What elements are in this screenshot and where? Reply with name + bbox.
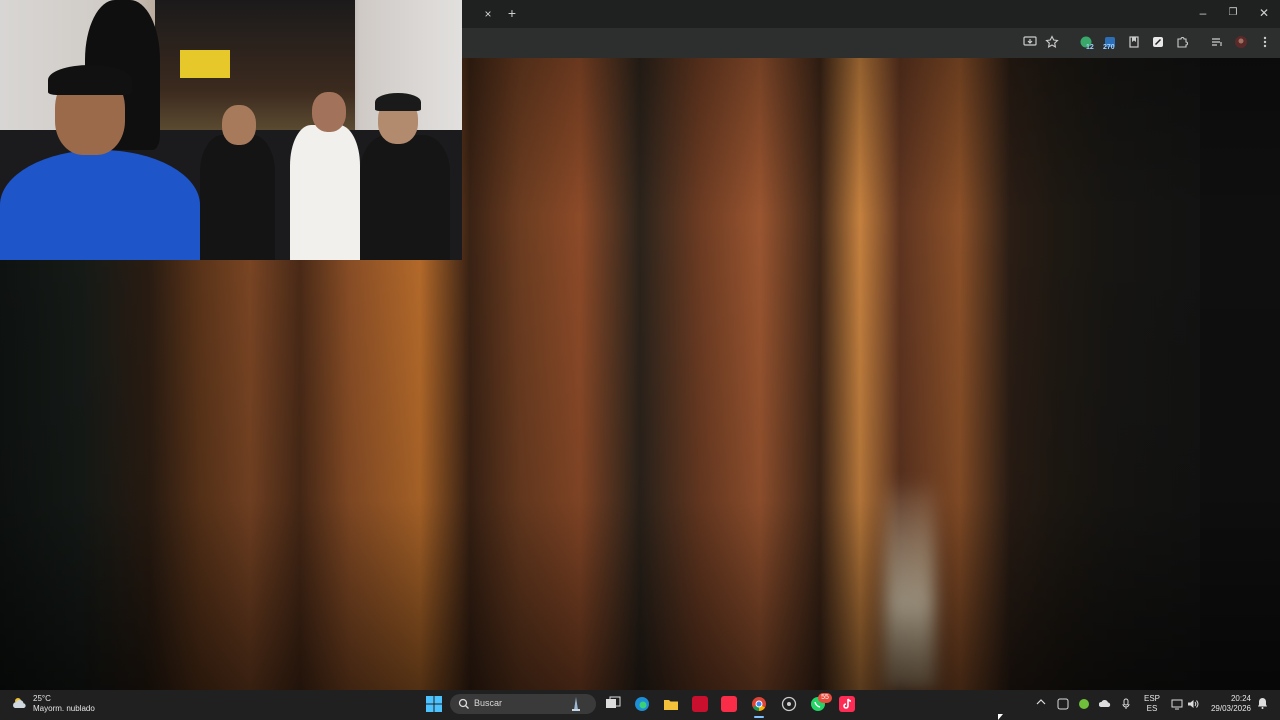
extension-badge: 12: [1086, 44, 1094, 51]
chrome-browser-icon[interactable]: [751, 696, 767, 712]
webcam-person-head: [222, 105, 256, 145]
tiktok-app-icon[interactable]: [839, 696, 855, 712]
network-icon[interactable]: [1171, 698, 1183, 712]
search-highlight-icon: [568, 696, 584, 717]
weather-temperature: 25°C: [33, 694, 51, 703]
video-light-glow: [885, 478, 935, 690]
weather-widget[interactable]: 25°C Mayorm. nublado: [33, 694, 95, 714]
search-icon: [458, 697, 470, 715]
bookmark-extension-icon[interactable]: [1126, 35, 1142, 51]
webcam-person-white-outfit: [290, 125, 360, 260]
video-right-edge: [1200, 58, 1280, 690]
bookmark-star-icon[interactable]: [1044, 35, 1060, 51]
apple-music-icon[interactable]: [721, 696, 737, 712]
webcam-person-black-cap: [360, 135, 450, 260]
weather-cloud-icon[interactable]: [12, 696, 28, 710]
webcam-person-black-shirt: [200, 135, 275, 260]
extension-badge: 270: [1103, 44, 1115, 51]
close-icon: ✕: [1258, 6, 1270, 20]
webcam-person-head: [312, 92, 346, 132]
webcam-streamer-blue-shirt: [0, 150, 200, 260]
start-button[interactable]: [426, 696, 442, 712]
browser-tab-bar: [462, 0, 1280, 28]
minimize-window-button[interactable]: –: [1196, 6, 1210, 20]
tray-green-app-icon[interactable]: [1078, 698, 1090, 712]
clock-date: 29/03/2026: [1210, 704, 1251, 713]
notification-badge: 55: [818, 693, 832, 703]
task-view-icon[interactable]: [605, 696, 621, 712]
edge-browser-icon[interactable]: [634, 696, 650, 712]
restore-window-button[interactable]: ❐: [1226, 6, 1240, 20]
windows-logo-icon: [426, 696, 442, 712]
language-indicator[interactable]: ESP ES: [1144, 694, 1160, 714]
adblock-extension-icon[interactable]: [1150, 35, 1166, 51]
webcam-person-cap: [375, 93, 421, 111]
close-window-button[interactable]: ✕: [1257, 6, 1271, 20]
restore-icon: ❐: [1228, 7, 1238, 18]
keyboard-layout-code: ES: [1146, 704, 1158, 713]
profile-avatar-icon[interactable]: [1233, 35, 1249, 51]
notification-center-icon[interactable]: [1257, 697, 1268, 711]
taskbar-search-box[interactable]: Buscar: [450, 694, 596, 714]
adobe-app-icon[interactable]: [692, 696, 708, 712]
search-placeholder: Buscar: [474, 698, 503, 708]
media-control-icon[interactable]: [1209, 35, 1225, 51]
clock-time: 20:24: [1230, 694, 1251, 703]
show-hidden-icons-chevron-icon[interactable]: [1036, 698, 1046, 708]
language-code: ESP: [1144, 694, 1161, 703]
close-tab-button[interactable]: ×: [481, 7, 495, 21]
close-icon: ×: [484, 7, 492, 21]
onedrive-cloud-icon[interactable]: [1098, 698, 1112, 710]
weather-condition: Mayorm. nublado: [33, 704, 95, 713]
microphone-icon[interactable]: [1122, 698, 1130, 712]
webcam-background-sign: [180, 50, 230, 78]
extensions-puzzle-icon[interactable]: [1174, 35, 1190, 51]
browser-menu-icon[interactable]: [1257, 35, 1273, 51]
webcam-overlay: [0, 0, 462, 260]
tray-app-icon[interactable]: [1057, 698, 1069, 712]
chatgpt-app-icon[interactable]: [781, 696, 797, 712]
clock-widget[interactable]: 20:24 29/03/2026: [1206, 694, 1251, 714]
mouse-cursor-icon: [998, 714, 1003, 720]
file-explorer-icon[interactable]: [663, 696, 679, 712]
active-app-indicator: [754, 716, 764, 718]
install-app-icon[interactable]: [1022, 35, 1038, 51]
webcam-streamer-hair: [48, 65, 132, 95]
new-tab-button[interactable]: +: [505, 6, 519, 20]
minimize-icon: –: [1199, 6, 1207, 20]
plus-icon: +: [507, 5, 517, 21]
volume-icon[interactable]: [1187, 698, 1199, 712]
